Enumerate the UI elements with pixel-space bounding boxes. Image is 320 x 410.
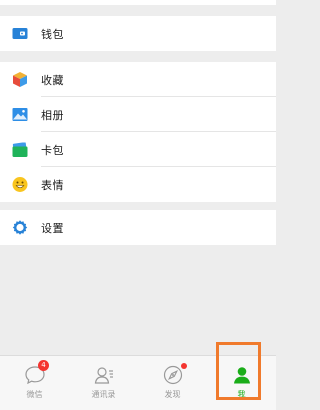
favorites-cube-icon: [11, 71, 28, 88]
tab-chats-label: 微信: [26, 390, 43, 399]
collection-group: 收藏 相册 卡包 表情: [0, 62, 276, 202]
tab-contacts[interactable]: 通讯录: [69, 356, 138, 410]
menu-item-album[interactable]: 相册: [0, 97, 276, 132]
menu-item-settings[interactable]: 设置: [0, 210, 276, 245]
wallet-group: 钱包: [0, 16, 276, 51]
profile-card-bottom-edge: [0, 0, 276, 5]
tab-chats[interactable]: 4 微信: [0, 356, 69, 410]
menu-item-favorites[interactable]: 收藏: [0, 62, 276, 97]
tab-contacts-label: 通讯录: [91, 390, 116, 399]
wallet-icon: [11, 25, 28, 42]
menu-item-album-label: 相册: [41, 108, 64, 122]
gear-icon: [11, 219, 28, 236]
settings-group: 设置: [0, 210, 276, 245]
menu-item-stickers-label: 表情: [41, 178, 64, 192]
compass-icon: [162, 364, 184, 386]
new-moments-dot: [181, 363, 187, 369]
menu-item-favorites-label: 收藏: [41, 73, 64, 87]
smiley-face-icon: [11, 176, 28, 193]
menu-item-settings-label: 设置: [41, 221, 64, 235]
menu-item-stickers[interactable]: 表情: [0, 167, 276, 202]
highlight-box: [216, 342, 261, 400]
contacts-icon: [93, 364, 115, 386]
unread-count-badge: 4: [38, 360, 49, 371]
menu-item-cards-label: 卡包: [41, 143, 64, 157]
card-wallet-icon: [11, 141, 28, 158]
menu-item-cards[interactable]: 卡包: [0, 132, 276, 167]
menu-item-wallet[interactable]: 钱包: [0, 16, 276, 51]
menu-item-wallet-label: 钱包: [41, 27, 64, 41]
tab-discover[interactable]: 发现: [138, 356, 207, 410]
photo-album-icon: [11, 106, 28, 123]
tab-discover-label: 发现: [164, 390, 181, 399]
